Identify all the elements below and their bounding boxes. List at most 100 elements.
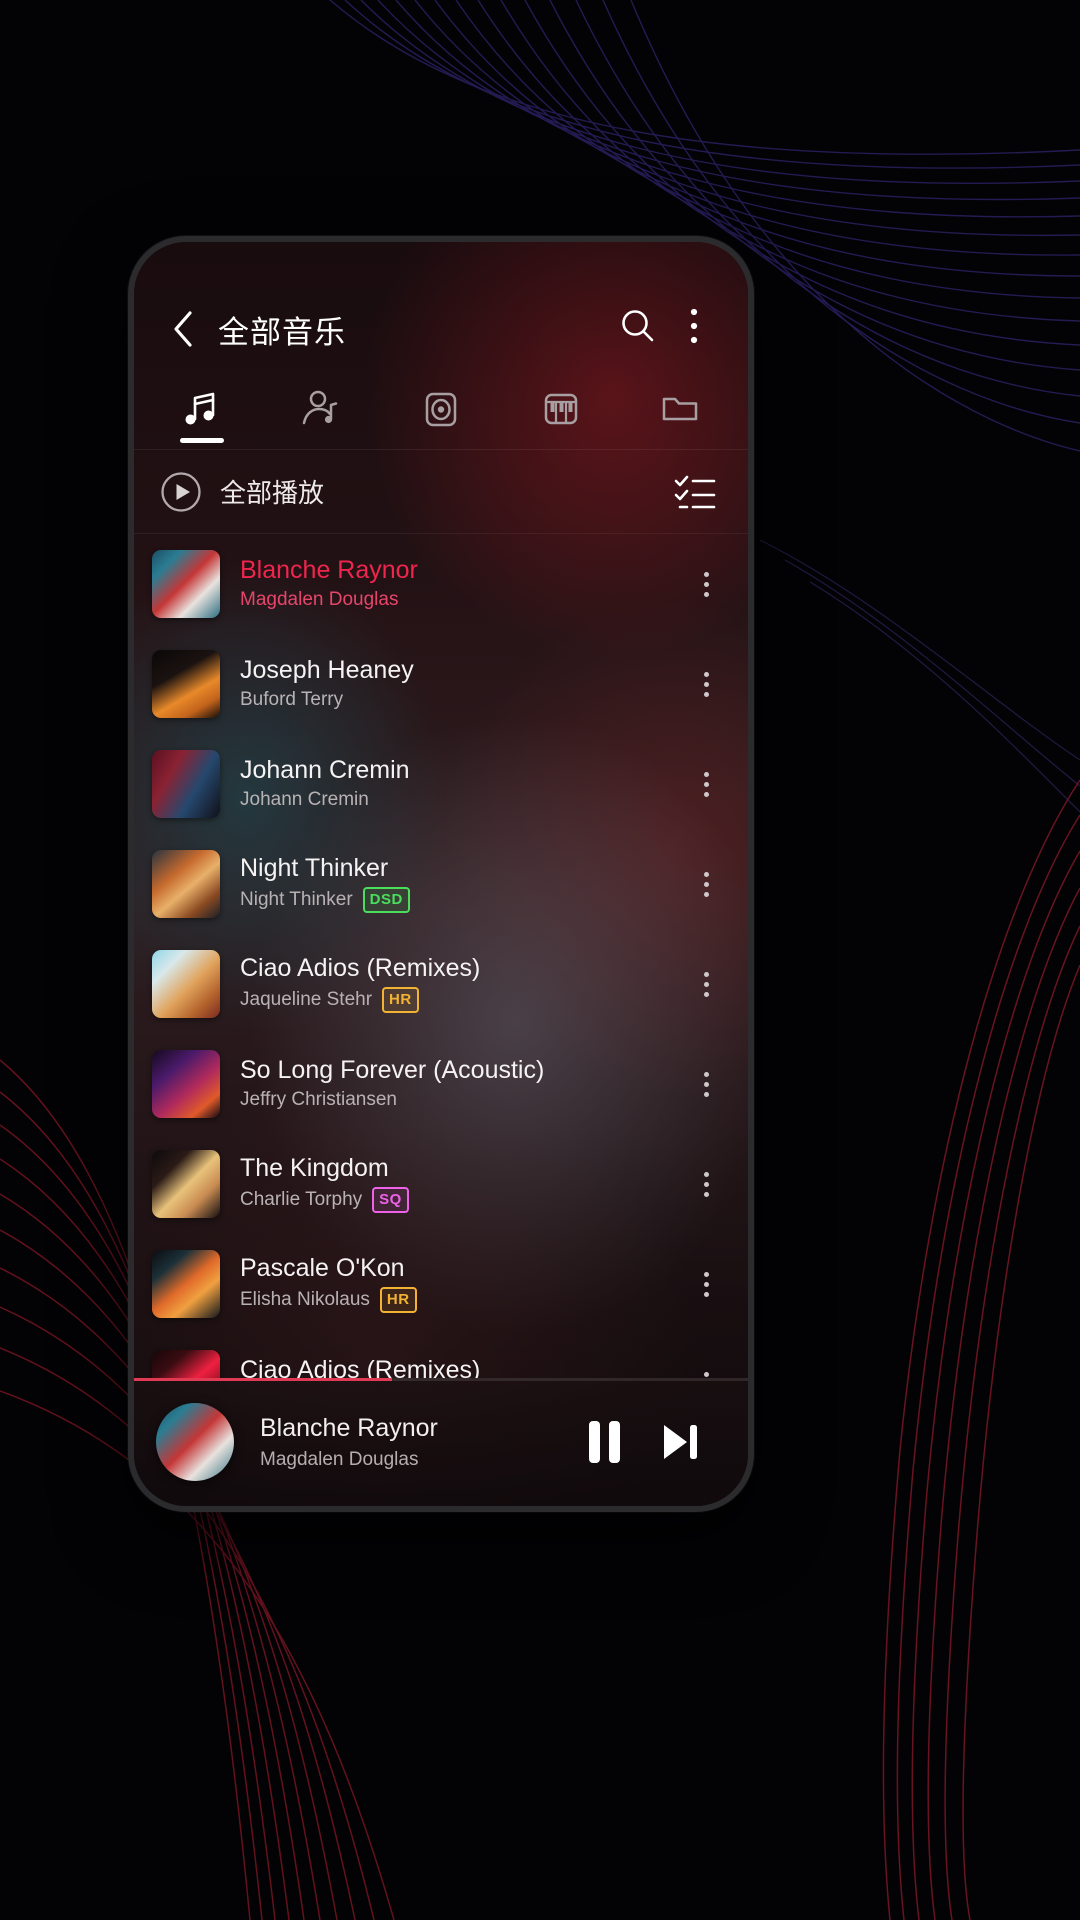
song-meta: Blanche Raynor Magdalen Douglas [240,557,678,610]
pause-icon [588,1421,620,1463]
song-artwork [152,550,220,618]
play-all-row[interactable]: 全部播放 [134,450,748,534]
song-overflow-button[interactable] [678,1249,734,1319]
song-subtitle-row: Night Thinker DSD [240,887,678,914]
quality-badge-hr: HR [382,987,419,1014]
now-playing-title: Blanche Raynor [260,1413,438,1442]
tab-songs[interactable] [142,368,262,449]
song-row[interactable]: The Kingdom Charlie Torphy SQ [134,1134,748,1234]
artwork-image [152,550,220,618]
song-artist: Night Thinker [240,889,353,910]
tab-albums[interactable] [381,368,501,449]
song-title: Ciao Adios (Remixes) [240,954,481,982]
artwork-image [152,650,220,718]
song-artwork [152,850,220,918]
song-artwork [152,950,220,1018]
more-vertical-icon [703,1071,709,1097]
overflow-menu-button[interactable] [666,300,722,352]
song-list[interactable]: Blanche Raynor Magdalen Douglas Joseph Hea… [134,534,748,1378]
song-overflow-button[interactable] [678,549,734,619]
tab-folders[interactable] [620,368,740,449]
song-meta: Night Thinker Night Thinker DSD [240,855,678,914]
artwork-image [152,950,220,1018]
play-all-label: 全部播放 [220,479,325,509]
song-title: Pascale O'Kon [240,1254,405,1282]
song-artwork [152,1050,220,1118]
quality-badge-sq: SQ [372,1187,409,1214]
song-subtitle-row: Charlie Torphy SQ [240,1187,678,1214]
artwork-image [156,1403,234,1481]
tab-artists[interactable] [262,368,382,449]
song-title: The Kingdom [240,1154,389,1182]
song-overflow-button[interactable] [678,1149,734,1219]
song-row[interactable]: Ciao Adios (Remixes)Willis Osinski [134,1334,748,1378]
song-artwork [152,1150,220,1218]
song-overflow-button[interactable] [678,949,734,1019]
playback-progress-fill [134,1378,392,1381]
song-title: Johann Cremin [240,757,410,785]
back-button[interactable] [160,306,206,352]
page-title: 全部音乐 [218,315,346,351]
song-subtitle-row: Elisha Nikolaus HR [240,1287,678,1314]
song-overflow-button[interactable] [678,1049,734,1119]
multi-select-button[interactable] [668,465,722,519]
song-row[interactable]: Night Thinker Night Thinker DSD [134,834,748,934]
song-artist: Jaqueline Stehr [240,989,373,1010]
more-vertical-icon [703,871,709,897]
song-artist: Charlie Torphy [240,1189,363,1210]
artwork-image [152,1350,220,1378]
song-artist: Magdalen Douglas [240,589,399,610]
quality-badge-hr: HR [379,1287,417,1314]
quality-badge-dsd: DSD [362,887,410,914]
category-tab-bar [134,368,748,450]
song-row[interactable]: Joseph Heaney Buford Terry [134,634,748,734]
more-vertical-icon [703,671,709,697]
search-button[interactable] [610,300,666,352]
song-row[interactable]: Blanche Raynor Magdalen Douglas [134,534,748,634]
song-artist: Jeffry Christiansen [240,1089,397,1110]
song-subtitle-row: Magdalen Douglas [240,590,678,611]
skip-next-icon [664,1425,697,1459]
mini-player-bar[interactable]: Blanche Raynor Magdalen Douglas [134,1378,748,1506]
play-circle-icon [161,471,201,512]
song-title: Blanche Raynor [240,557,418,585]
pause-button[interactable] [566,1404,642,1480]
song-artist: Elisha Nikolaus [240,1289,370,1310]
song-overflow-button[interactable] [678,749,734,819]
song-artist: Johann Cremin [240,789,369,810]
now-playing-artwork[interactable] [156,1403,234,1481]
artwork-image [152,750,220,818]
song-overflow-button[interactable] [678,849,734,919]
playback-progress-track[interactable] [134,1378,748,1381]
music-app: 全部音乐 全部播放 Blanche Raynor Magdalen Dougla… [134,242,748,1506]
music-note-icon [185,392,215,424]
song-row[interactable]: Pascale O'Kon Elisha Nikolaus HR [134,1234,748,1334]
song-meta: Pascale O'Kon Elisha Nikolaus HR [240,1255,678,1314]
artist-icon [303,390,338,424]
now-playing-artist: Magdalen Douglas [260,1448,419,1470]
checklist-icon [674,475,716,508]
chevron-left-icon [174,311,192,347]
active-tab-indicator [179,438,224,443]
song-row[interactable]: Ciao Adios (Remixes) Jaqueline Stehr HR [134,934,748,1034]
more-vertical-icon [703,971,709,997]
now-playing-meta: Blanche Raynor Magdalen Douglas [260,1414,566,1471]
tab-genres[interactable] [501,368,621,449]
song-subtitle-row: Jaqueline Stehr HR [240,987,678,1014]
more-vertical-icon [703,1271,709,1297]
song-overflow-button[interactable] [678,649,734,719]
song-artwork [152,650,220,718]
artwork-image [152,1250,220,1318]
song-subtitle-row: Johann Cremin [240,790,678,811]
song-title: Night Thinker [240,854,389,882]
next-track-button[interactable] [642,1404,718,1480]
song-meta: So Long Forever (Acoustic) Jeffry Christi… [240,1057,678,1110]
song-row[interactable]: Johann Cremin Johann Cremin [134,734,748,834]
song-meta: The Kingdom Charlie Torphy SQ [240,1155,678,1214]
song-overflow-button[interactable] [678,1349,734,1378]
song-artist: Buford Terry [240,689,344,710]
song-artwork [152,750,220,818]
more-vertical-icon [690,308,698,344]
song-artwork [152,1350,220,1378]
song-row[interactable]: So Long Forever (Acoustic) Jeffry Christi… [134,1034,748,1134]
